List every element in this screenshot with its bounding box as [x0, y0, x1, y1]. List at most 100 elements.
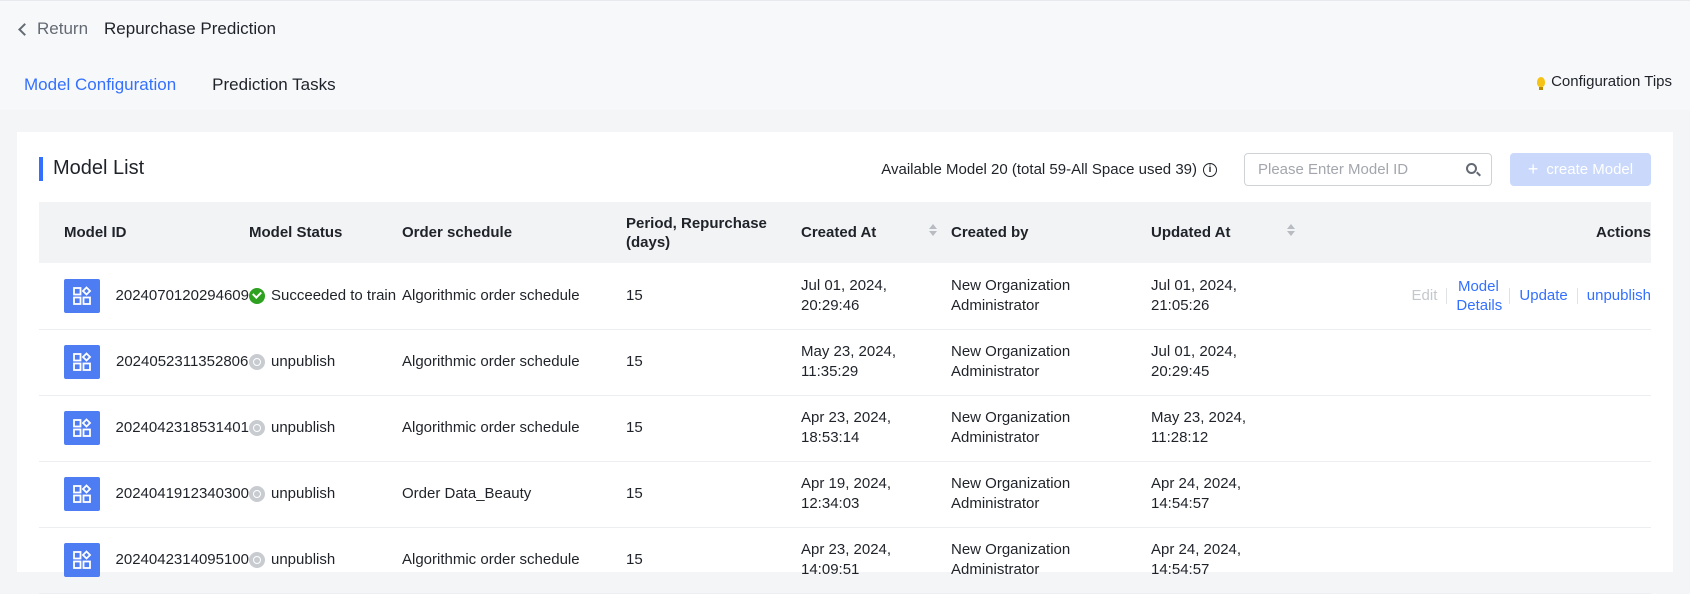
- actions-cell: [1291, 461, 1651, 527]
- sort-icon[interactable]: [929, 224, 937, 236]
- model-status-text: unpublish: [271, 551, 336, 568]
- model-status-cell: unpublish: [249, 461, 402, 527]
- updated-at-cell: Jul 01, 2024, 20:29:45: [1151, 343, 1237, 380]
- lightbulb-icon: [1537, 76, 1546, 90]
- updated-at-cell: Apr 24, 2024, 14:54:57: [1151, 541, 1242, 578]
- period-cell: 15: [626, 286, 643, 304]
- model-id-cell: 2024070120294609: [39, 263, 249, 329]
- available-model-info: Available Model 20 (total 59-All Space u…: [881, 161, 1217, 178]
- order-schedule-cell: Algorithmic order schedule: [402, 551, 580, 568]
- model-status-cell: unpublish: [249, 527, 402, 593]
- created-at-cell: Apr 23, 2024, 18:53:14: [801, 409, 892, 446]
- table-header-row: Model ID Model Status Order schedule Per…: [39, 202, 1651, 263]
- model-id-text: 2024052311352806: [116, 353, 249, 370]
- created-at-cell: Apr 23, 2024, 14:09:51: [801, 541, 892, 578]
- updated-at-cell: May 23, 2024, 11:28:12: [1151, 409, 1247, 446]
- period-cell: 15: [626, 551, 643, 568]
- configuration-tips-link[interactable]: Configuration Tips: [1537, 73, 1672, 90]
- actions-cell: Edit Model Details Update unpublish: [1291, 263, 1651, 329]
- updated-at-label: Updated At: [1151, 224, 1231, 241]
- return-button[interactable]: Return: [18, 19, 89, 39]
- period-cell: 15: [626, 353, 643, 370]
- model-id-cell: 2024041912340300: [39, 461, 249, 527]
- created-by-cell: New Organization Administrator: [951, 276, 1071, 314]
- actions-cell: [1291, 395, 1651, 461]
- title-accent-bar: [39, 157, 43, 181]
- unpublish-status-icon: [249, 552, 265, 568]
- unpublish-status-icon: [249, 486, 265, 502]
- model-grid-icon: [64, 411, 100, 445]
- action-divider: [1576, 287, 1578, 304]
- model-grid-icon: [64, 345, 100, 379]
- tab-bar: Model Configuration Prediction Tasks: [24, 75, 372, 95]
- create-model-label: create Model: [1546, 161, 1634, 178]
- order-schedule-cell: Algorithmic order schedule: [402, 353, 580, 370]
- created-by-cell: New Organization Administrator: [951, 409, 1071, 446]
- column-header-updated-at[interactable]: Updated At: [1151, 202, 1295, 263]
- model-grid-icon: [64, 543, 100, 577]
- model-id-text: 2024042318531401: [115, 419, 249, 436]
- page-header: Return Repurchase Prediction Model Confi…: [0, 0, 1690, 110]
- create-model-button[interactable]: + create Model: [1510, 153, 1651, 186]
- success-check-icon: [249, 287, 265, 304]
- column-header-created-at[interactable]: Created At: [801, 202, 951, 263]
- actions-cell: [1291, 329, 1651, 395]
- return-label: Return: [37, 19, 89, 38]
- list-header: Model List Available Model 20 (total 59-…: [39, 153, 1651, 186]
- list-title: Model List: [53, 157, 145, 179]
- info-icon[interactable]: i: [1203, 162, 1217, 177]
- model-grid-icon: [64, 278, 100, 313]
- tab-model-configuration[interactable]: Model Configuration: [24, 75, 176, 95]
- tab-prediction-tasks[interactable]: Prediction Tasks: [212, 75, 335, 95]
- created-by-cell: New Organization Administrator: [951, 343, 1071, 380]
- model-status-text: unpublish: [271, 353, 336, 370]
- order-schedule-cell: Order Data_Beauty: [402, 485, 532, 502]
- column-header-actions: Actions: [1595, 224, 1651, 241]
- edit-button[interactable]: Edit: [1412, 286, 1438, 306]
- available-model-text: Available Model 20 (total 59-All Space u…: [881, 161, 1197, 178]
- period-cell: 15: [626, 419, 643, 436]
- created-by-cell: New Organization Administrator: [951, 541, 1071, 578]
- column-header-created-by: Created by: [951, 224, 1029, 241]
- action-divider: [1446, 287, 1448, 304]
- model-id-search-input[interactable]: [1258, 154, 1458, 185]
- order-schedule-cell: Algorithmic order schedule: [402, 286, 580, 304]
- model-details-button[interactable]: Model Details: [1456, 277, 1502, 315]
- order-schedule-cell: Algorithmic order schedule: [402, 419, 580, 436]
- model-id-cell: 2024052311352806: [39, 329, 249, 395]
- table-row[interactable]: 2024042314095100 unpublish Algorithmic o…: [39, 527, 1651, 593]
- table-row[interactable]: 2024041912340300 unpublish Order Data_Be…: [39, 461, 1651, 527]
- actions-cell: [1291, 527, 1651, 593]
- search-box: [1244, 153, 1492, 186]
- configuration-tips-label: Configuration Tips: [1551, 73, 1672, 90]
- created-at-label: Created At: [801, 224, 877, 241]
- plus-icon: +: [1527, 159, 1539, 179]
- model-grid-icon: [64, 477, 100, 511]
- column-header-status: Model Status: [249, 224, 343, 241]
- model-id-text: 2024042314095100: [115, 551, 249, 568]
- action-divider: [1509, 287, 1511, 304]
- sort-icon[interactable]: [1287, 224, 1295, 236]
- table-row[interactable]: 2024070120294609 Succeeded to train Algo…: [39, 263, 1651, 329]
- page-title: Repurchase Prediction: [104, 19, 277, 38]
- created-at-cell: Apr 19, 2024, 12:34:03: [801, 475, 892, 512]
- column-header-period: Period, Repurchase (days): [626, 214, 767, 251]
- chevron-left-icon: [18, 23, 31, 36]
- table-row[interactable]: 2024042318531401 unpublish Algorithmic o…: [39, 395, 1651, 461]
- model-status-cell: unpublish: [249, 395, 402, 461]
- model-status-text: Succeeded to train: [271, 286, 397, 304]
- column-header-model-id: Model ID: [64, 224, 127, 241]
- model-list-card: Model List Available Model 20 (total 59-…: [17, 132, 1673, 593]
- unpublish-status-icon: [249, 420, 265, 436]
- model-id-text: 2024070120294609: [115, 286, 249, 304]
- model-id-text: 2024041912340300: [115, 485, 249, 502]
- model-status-text: unpublish: [271, 419, 336, 436]
- update-button[interactable]: Update: [1519, 286, 1567, 306]
- model-table: Model ID Model Status Order schedule Per…: [39, 202, 1651, 594]
- created-at-cell: Jul 01, 2024, 20:29:46: [801, 276, 887, 314]
- table-row[interactable]: 2024052311352806 unpublish Algorithmic o…: [39, 329, 1651, 395]
- updated-at-cell: Apr 24, 2024, 14:54:57: [1151, 475, 1242, 512]
- return-row: Return Repurchase Prediction: [18, 19, 277, 39]
- unpublish-button[interactable]: unpublish: [1587, 286, 1651, 306]
- search-icon[interactable]: [1466, 163, 1477, 174]
